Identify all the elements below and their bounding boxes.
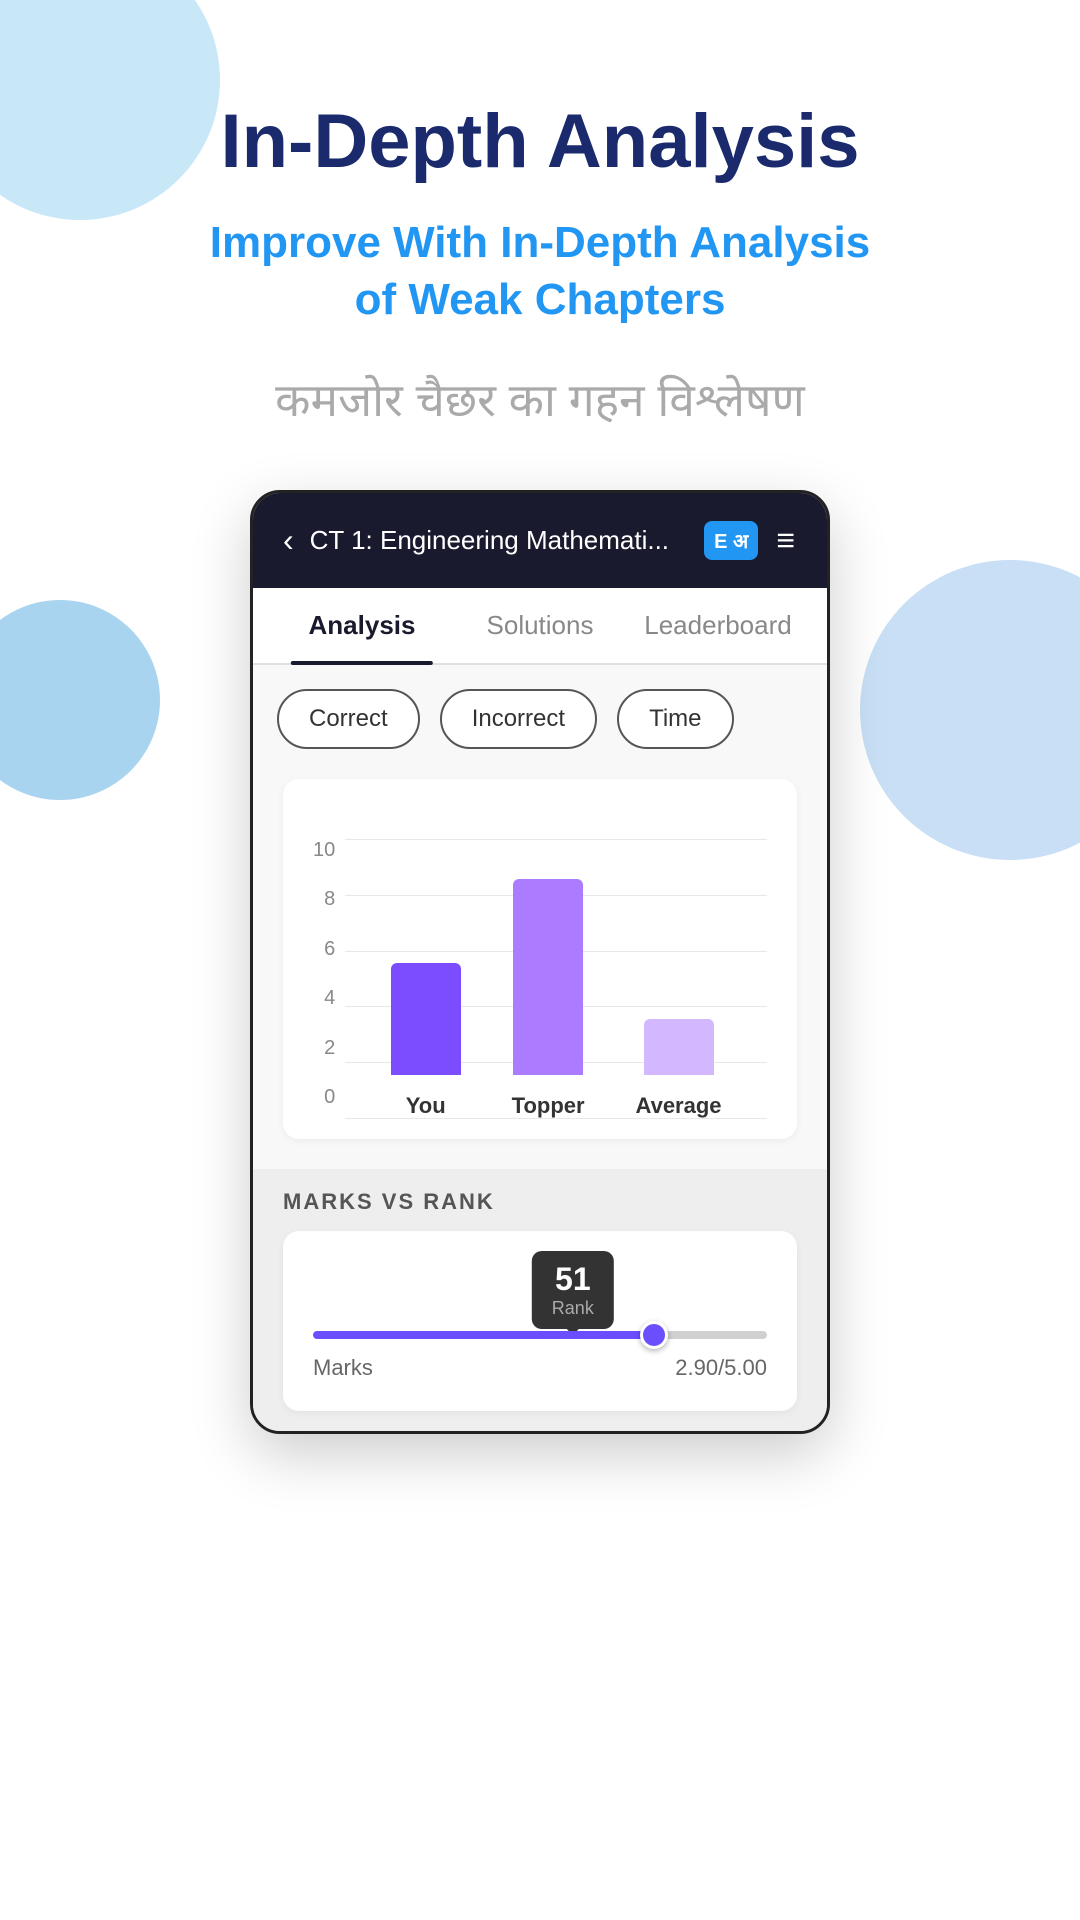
marks-rank-title: MARKS VS RANK [283,1189,797,1215]
bar-label-topper: Topper [512,1093,585,1119]
bar-label-average: Average [636,1093,722,1119]
filter-buttons: Correct Incorrect Time [253,665,827,759]
tab-solutions[interactable]: Solutions [451,588,629,663]
chart-inner: You Topper Average [345,839,767,1119]
phone-header: ‹ CT 1: Engineering Mathemati... E अ ≡ [253,493,827,588]
book-icon[interactable]: E अ [704,521,758,560]
bar-group-average: Average [636,1019,722,1119]
hindi-subtitle: कमजोर चैछर का गहन विश्लेषण [275,368,805,430]
header-icons: E अ ≡ [704,521,797,560]
slider-thumb[interactable] [640,1321,668,1349]
marks-label: Marks [313,1355,373,1381]
tab-bar: Analysis Solutions Leaderboard [253,588,827,665]
sub-title: Improve With In-Depth Analysis of Weak C… [150,214,931,328]
slider-track[interactable] [313,1331,767,1339]
bars-area: You Topper Average [345,839,767,1119]
bar-topper [513,879,583,1075]
y-label-0: 0 [313,1086,335,1109]
filter-correct[interactable]: Correct [277,689,420,749]
screen-title: CT 1: Engineering Mathemati... [310,525,688,556]
y-label-2: 2 [313,1037,335,1060]
tab-leaderboard[interactable]: Leaderboard [629,588,807,663]
filter-incorrect[interactable]: Incorrect [440,689,597,749]
tab-analysis[interactable]: Analysis [273,588,451,663]
y-label-8: 8 [313,888,335,911]
filter-time[interactable]: Time [617,689,733,749]
marks-row: Marks 2.90/5.00 [313,1355,767,1381]
bar-chart-card: 10 8 6 4 2 0 [283,779,797,1139]
bar-label-you: You [406,1093,446,1119]
marks-rank-card: 51 Rank Marks 2.90/5.00 [283,1231,797,1411]
phone-mockup: ‹ CT 1: Engineering Mathemati... E अ ≡ A… [250,490,830,1434]
main-title: In-Depth Analysis [220,100,859,184]
rank-tooltip: 51 Rank [532,1251,614,1329]
y-label-10: 10 [313,839,335,862]
rank-label: Rank [552,1298,594,1318]
y-label-6: 6 [313,938,335,961]
y-axis: 10 8 6 4 2 0 [313,839,335,1119]
book-icon-label: E अ [714,527,748,554]
menu-icon[interactable]: ≡ [776,522,797,559]
bar-you [391,963,461,1075]
bar-group-topper: Topper [512,879,585,1119]
chart-container: 10 8 6 4 2 0 [253,759,827,1169]
bar-chart: 10 8 6 4 2 0 [313,799,767,1119]
bar-average [644,1019,714,1075]
marks-value: 2.90/5.00 [675,1355,767,1381]
rank-number: 51 [552,1261,594,1298]
y-label-4: 4 [313,987,335,1010]
marks-rank-section: MARKS VS RANK 51 Rank Marks 2.90/5.00 [253,1169,827,1431]
bar-group-you: You [391,963,461,1119]
slider-container [313,1331,767,1339]
back-button[interactable]: ‹ [283,522,294,559]
